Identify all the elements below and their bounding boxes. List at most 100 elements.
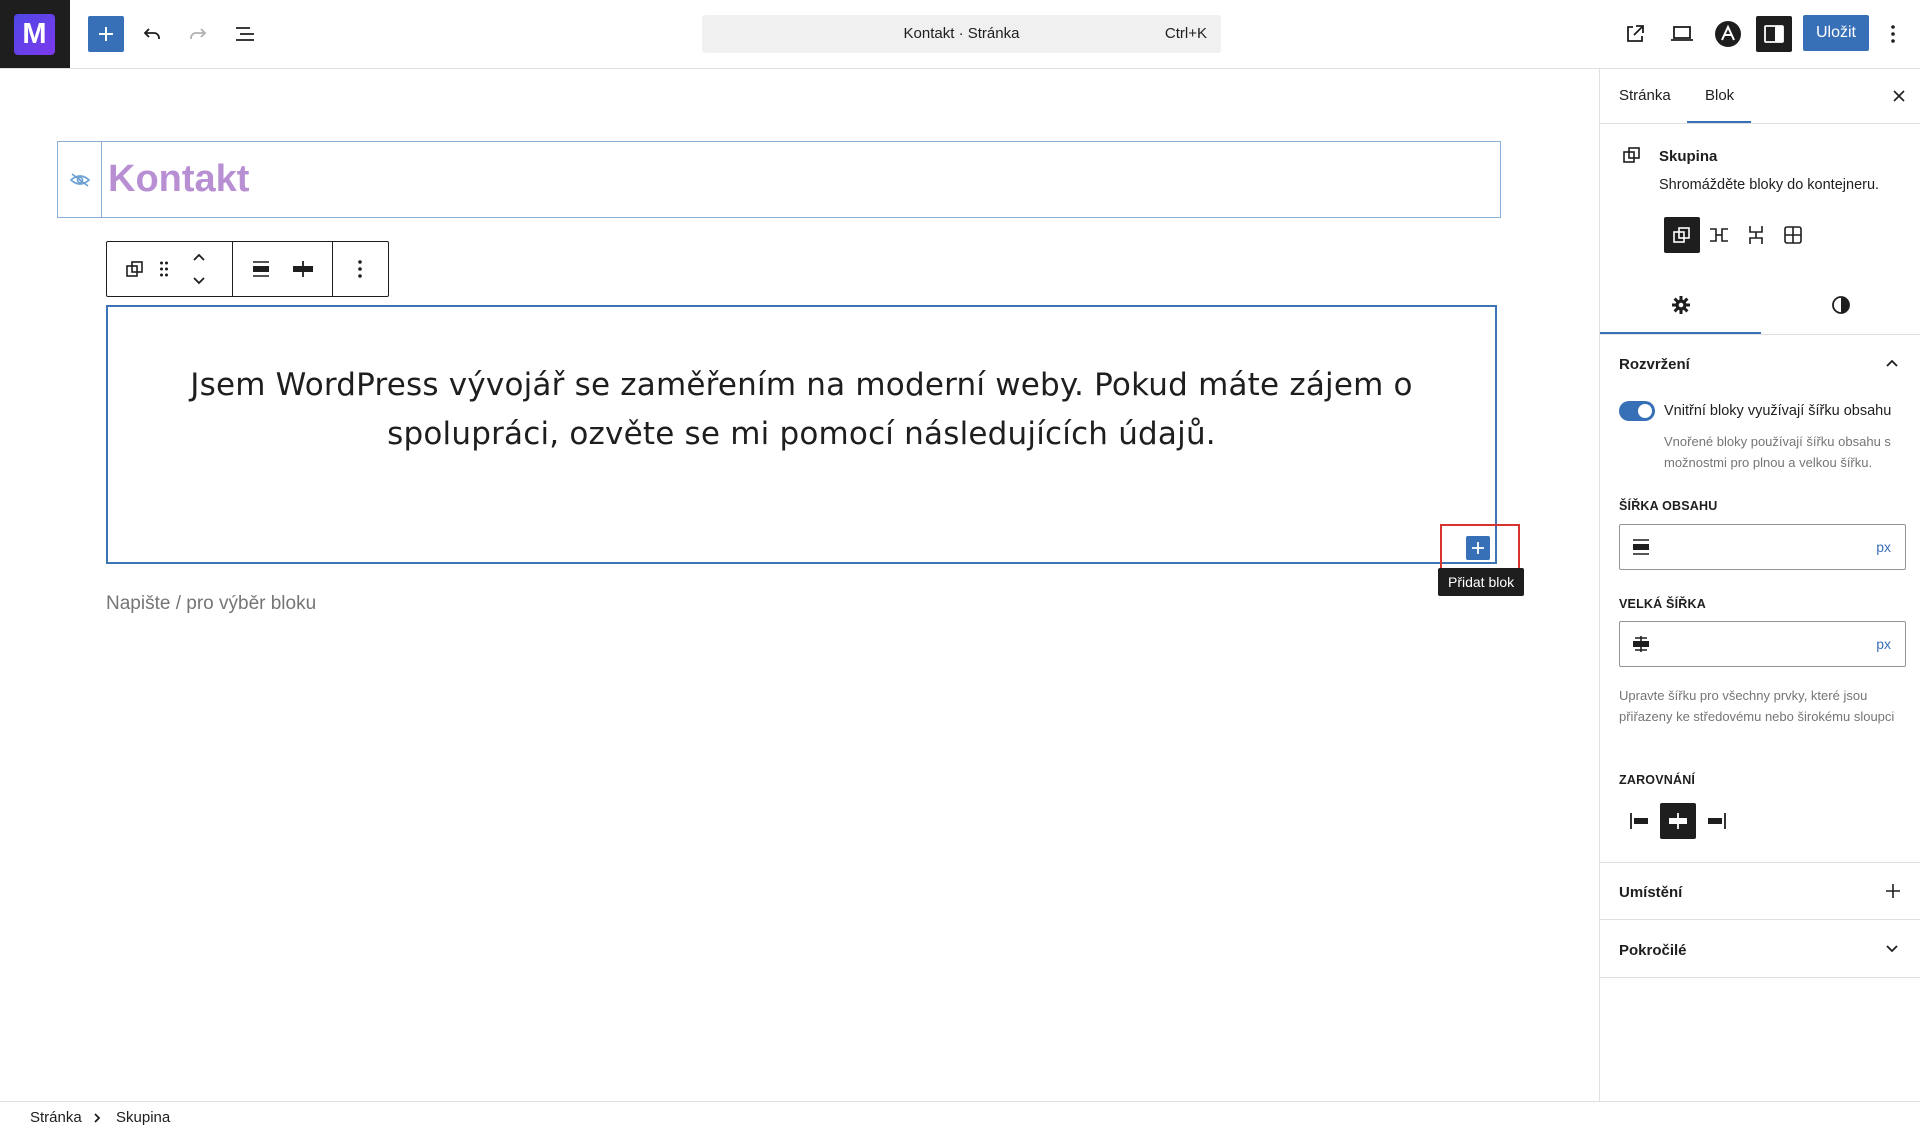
align-right-button[interactable] [1698,803,1734,839]
breadcrumb: Stránka Skupina [0,1101,1920,1133]
chevron-down-icon [193,277,205,285]
more-vertical-icon [358,260,362,278]
settings-sidebar: Stránka Blok Skupina Shromážděte bloky d… [1599,69,1920,1101]
variation-group[interactable] [1664,217,1700,253]
position-panel-title[interactable]: Umístění [1619,884,1682,901]
toggle-help-text: Vnořené bloky používají šířku obsahu s m… [1664,434,1891,470]
undo-button[interactable] [134,16,170,52]
undo-icon [143,28,160,39]
tab-settings[interactable] [1600,283,1761,327]
block-card-icon [1622,145,1642,165]
tab-block[interactable]: Blok [1705,69,1734,123]
justify-center-icon [1669,813,1687,829]
variation-row[interactable] [1701,217,1737,253]
expand-position-button[interactable] [1884,882,1902,900]
group-icon [1673,227,1690,243]
variation-stack[interactable] [1738,217,1774,253]
breadcrumb-item-page[interactable]: Stránka [30,1102,82,1133]
chevron-up-icon [193,253,205,261]
tab-page[interactable]: Stránka [1619,69,1671,123]
document-overview-button[interactable] [227,16,263,52]
content-width-icon [1633,539,1649,555]
more-vertical-icon [1891,25,1895,43]
divider [1600,919,1920,920]
group-icon [126,261,143,277]
width-help-text: Upravte šířku pro všechny prvky, které j… [1619,688,1895,724]
site-logo[interactable]: M [0,0,70,68]
command-palette-bar[interactable]: Kontakt · Stránka Ctrl+K [702,15,1221,53]
grid-icon [1784,226,1802,244]
settings-sidebar-toggle[interactable] [1756,16,1792,52]
gear-icon [1671,296,1690,314]
contrast-icon [1832,296,1850,314]
wide-width-label: VELKÁ ŠÍŘKA [1619,597,1706,611]
move-down-button[interactable] [185,270,213,292]
block-options-button[interactable] [342,251,378,287]
view-page-button[interactable] [1617,16,1653,52]
move-up-button[interactable] [185,246,213,268]
astra-settings-button[interactable] [1710,16,1746,52]
options-menu-button[interactable] [1878,16,1908,52]
toolbar-separator [232,242,233,296]
external-link-icon [1627,25,1644,42]
layout-panel-title[interactable]: Rozvržení [1619,356,1690,373]
divider [1600,334,1920,335]
inner-blocks-toggle[interactable] [1619,401,1655,421]
drag-handle-icon [160,261,168,277]
expand-advanced-button[interactable] [1884,941,1900,957]
device-preview-button[interactable] [1664,16,1700,52]
drag-handle[interactable] [151,251,177,287]
empty-block-placeholder[interactable]: Napište / pro výběr bloku [106,593,316,615]
command-shortcut: Ctrl+K [1164,25,1207,42]
post-title-block[interactable]: Kontakt [57,141,1501,218]
wide-width-unit[interactable]: px [1876,622,1891,666]
align-left-button[interactable] [1622,803,1658,839]
group-block[interactable]: Jsem WordPress vývojář se zaměřením na m… [106,305,1497,564]
content-width-label: ŠÍŘKA OBSAHU [1619,499,1718,513]
tab-styles[interactable] [1761,283,1920,327]
content-width-unit[interactable]: px [1876,525,1891,569]
sidebar-toggle-icon [1764,25,1784,43]
divider [1600,123,1920,124]
alignment-label: ZAROVNÁNÍ [1619,773,1696,787]
close-sidebar-button[interactable] [1884,78,1914,114]
align-center-button[interactable] [1660,803,1696,839]
redo-button[interactable] [180,16,216,52]
redo-icon [190,28,207,39]
command-title: Kontakt · Stránka [903,25,1020,42]
wide-width-icon [1633,636,1649,652]
justify-left-icon [1630,813,1648,829]
wide-width-input[interactable]: px [1619,621,1906,667]
block-card-description: Shromážděte bloky do kontejneru. [1659,177,1880,193]
align-button[interactable] [243,251,279,287]
advanced-panel-title[interactable]: Pokročilé [1619,942,1687,959]
paragraph-block[interactable]: Jsem WordPress vývojář se zaměřením na m… [148,361,1455,459]
top-toolbar: M Kontakt · Stránka Ctrl+K Uložit [0,0,1920,69]
collapse-layout-button[interactable] [1884,355,1900,371]
block-inserter-button[interactable] [88,16,124,52]
breadcrumb-item-group[interactable]: Skupina [116,1102,170,1133]
toolbar-separator [332,242,333,296]
desktop-preview-icon [1671,26,1693,41]
logo-letter: M [14,14,55,55]
page-title[interactable]: Kontakt [108,158,249,201]
plus-icon [99,27,113,41]
justify-center-icon [293,261,313,277]
astra-icon [1715,21,1741,47]
hidden-eye-icon [69,172,90,187]
variation-grid[interactable] [1775,217,1811,253]
chevron-down-icon [1886,945,1898,953]
add-block-tooltip: Přidat blok [1438,568,1525,596]
save-button[interactable]: Uložit [1803,15,1869,51]
toggle-label: Vnitřní bloky využívají šířku obsahu [1664,403,1892,419]
visibility-toggle[interactable] [58,142,102,217]
plus-icon [1886,884,1900,898]
stack-icon [1749,226,1763,244]
chevron-up-icon [1886,359,1898,367]
divider [1600,862,1920,863]
justification-button[interactable] [285,251,321,287]
add-block-button[interactable] [1466,536,1490,560]
block-type-button[interactable] [117,251,153,287]
close-icon [1893,90,1905,102]
content-width-input[interactable]: px [1619,524,1906,570]
